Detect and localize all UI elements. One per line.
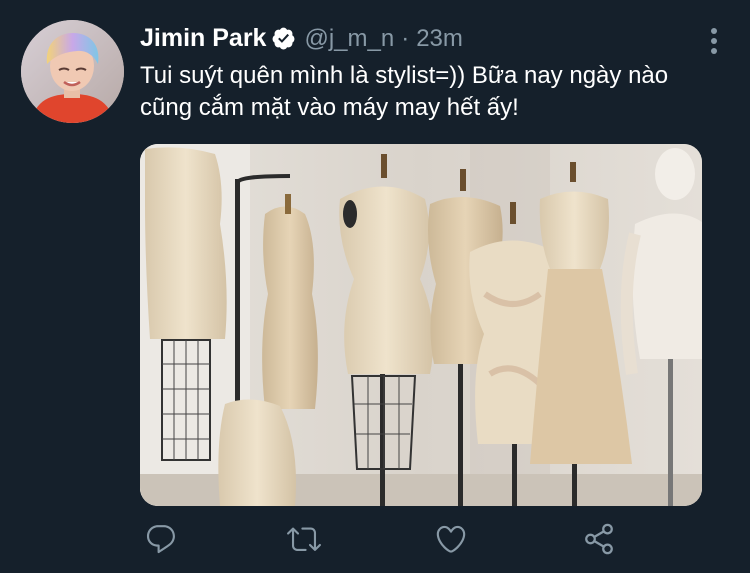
reply-icon[interactable] <box>140 518 182 560</box>
verified-badge-icon <box>271 26 296 51</box>
tweet-actions <box>140 518 630 560</box>
timestamp[interactable]: 23m <box>416 25 463 53</box>
user-handle[interactable]: @j_m_n <box>304 25 394 53</box>
avatar-image <box>21 20 124 123</box>
tweet-text: Tui suýt quên mình là stylist=)) Bữa nay… <box>140 62 669 121</box>
tweet-header: Jimin Park @j_m_n · 23m <box>140 24 463 53</box>
separator-dot: · <box>401 24 410 52</box>
display-name[interactable]: Jimin Park <box>140 24 266 53</box>
share-icon[interactable] <box>578 518 620 560</box>
tweet-media-image[interactable] <box>140 144 702 506</box>
tweet-card[interactable]: Jimin Park @j_m_n · 23m Tui suýt quên mì… <box>0 0 750 573</box>
dress-forms-photo <box>140 144 702 506</box>
heart-icon[interactable] <box>430 518 472 560</box>
avatar[interactable] <box>21 20 124 123</box>
more-vertical-icon[interactable] <box>705 26 723 56</box>
retweet-icon[interactable] <box>283 518 325 560</box>
